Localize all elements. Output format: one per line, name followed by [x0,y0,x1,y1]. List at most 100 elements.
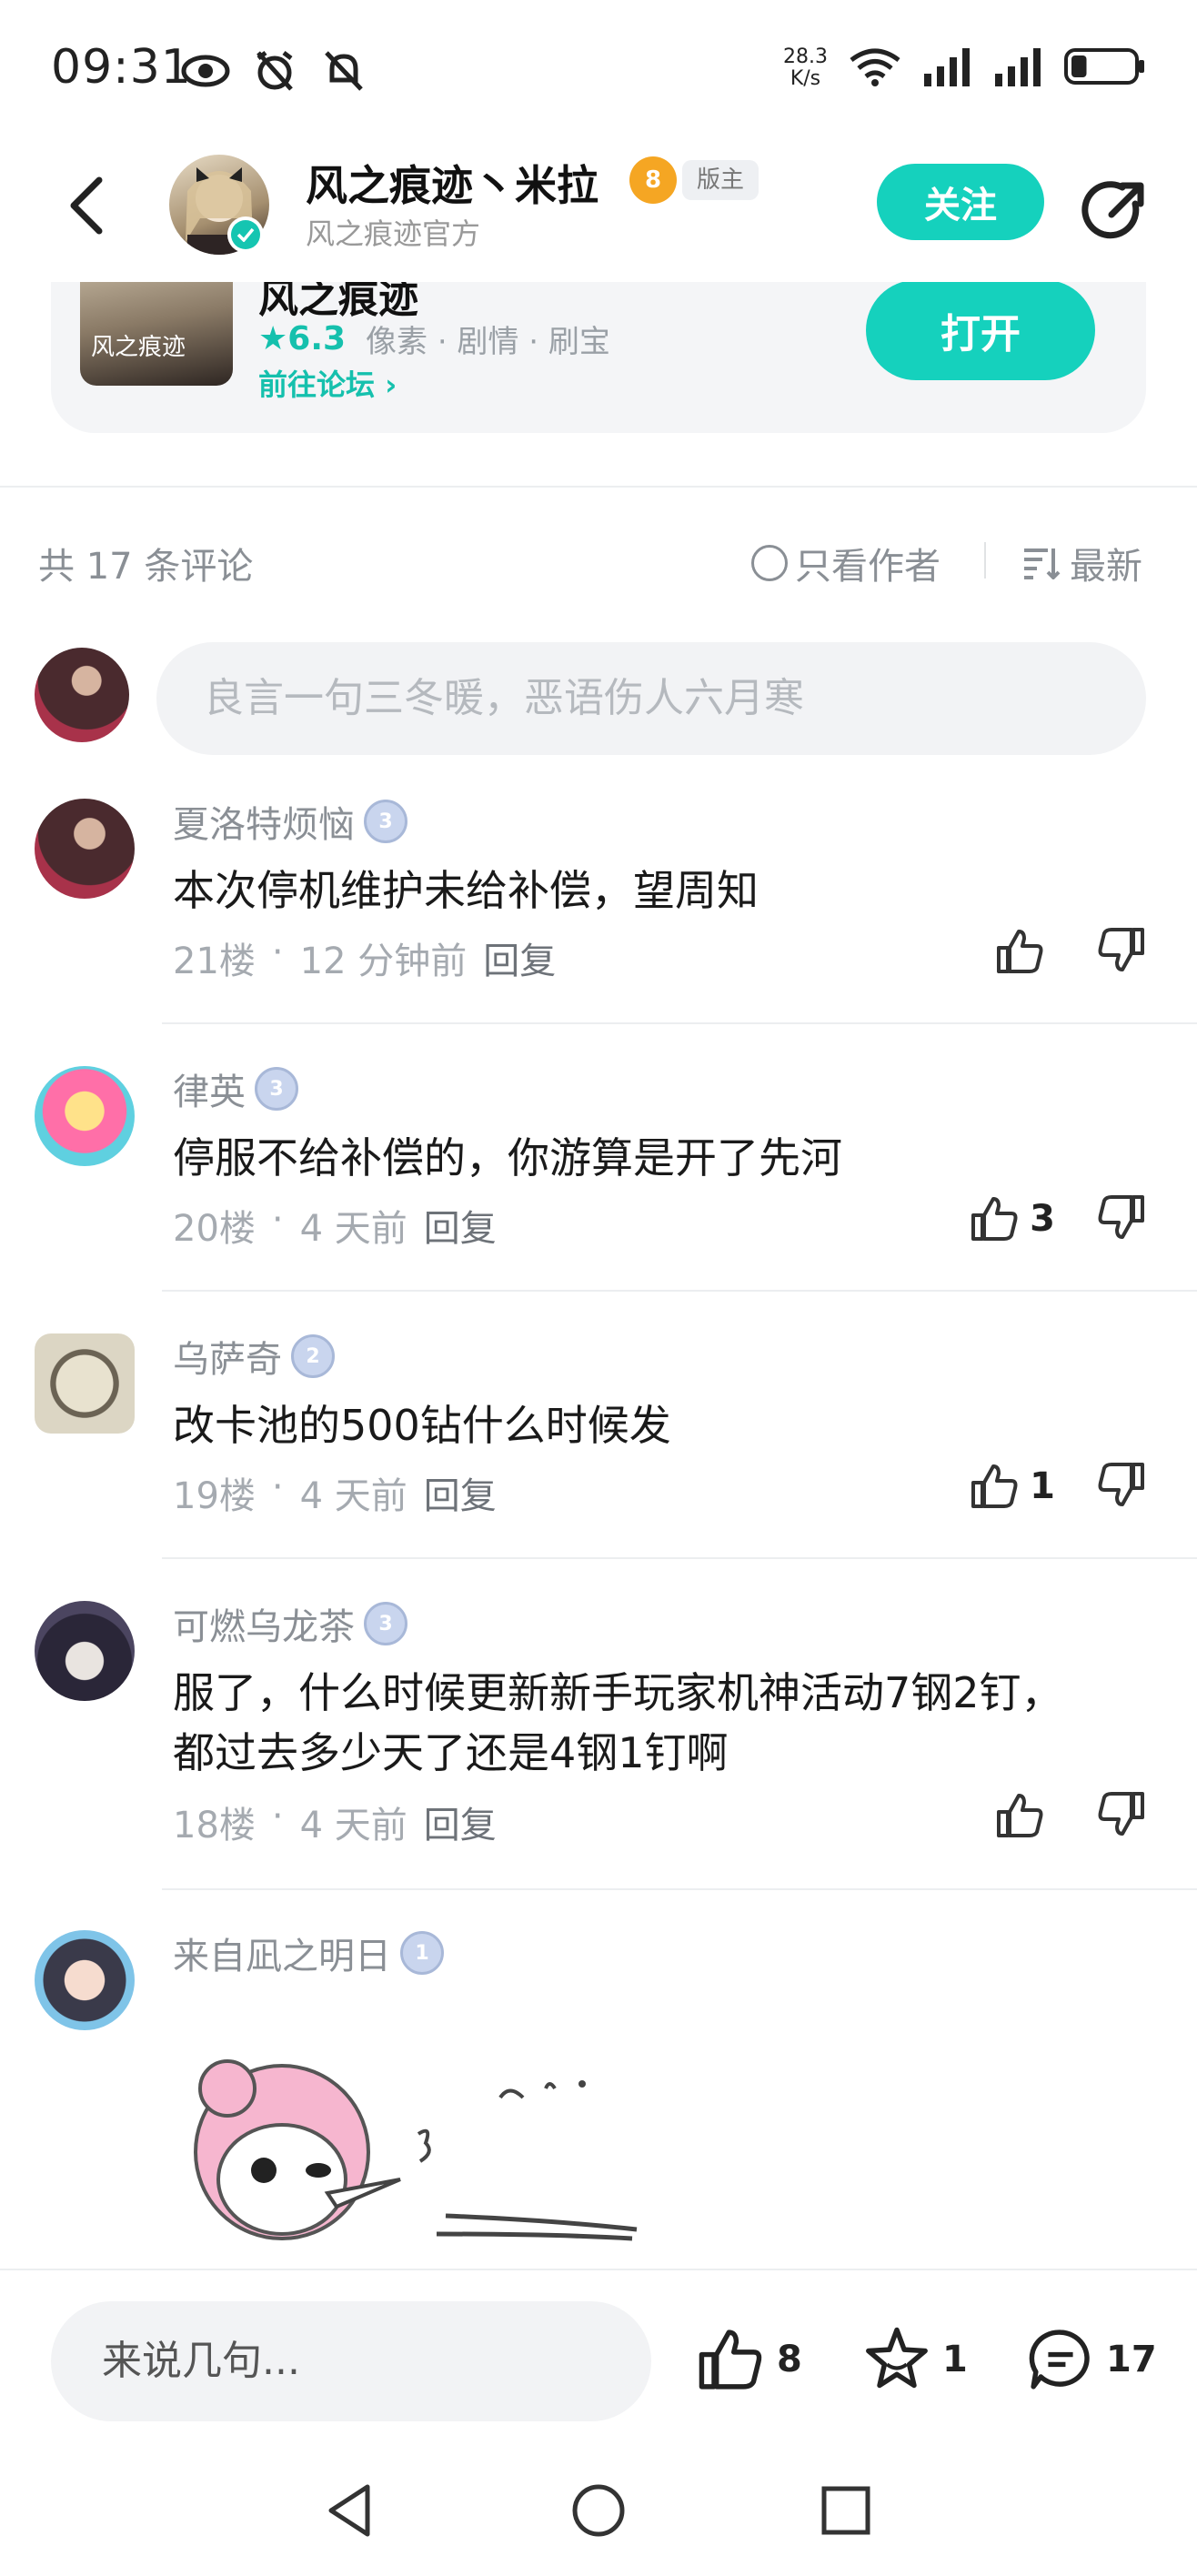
comment-text: 改卡池的500钻什么时候发 [173,1401,671,1450]
commenter-avatar[interactable] [35,799,135,899]
commenter-avatar[interactable] [35,1333,135,1434]
bottom-like-count: 8 [777,2339,802,2380]
commenter-name[interactable]: 夏洛特烦恼 3 [173,795,407,848]
status-bar: 09:31 28.3 K/s [0,0,1197,136]
game-thumb-text: 风之痕迹 [91,334,186,361]
filter-separator [984,542,986,579]
thumbs-down-icon [1098,1792,1144,1836]
dislike-button[interactable] [1095,924,1146,979]
author-subtitle: 风之痕迹官方 [306,216,481,251]
commenter-name-text: 可燃乌龙茶 [173,1606,355,1648]
nav-back-button[interactable] [313,2474,386,2547]
comment-meta: 20楼 · 4 天前 回复 [173,1199,497,1252]
comment-count: 共 17 条评论 [38,546,254,588]
alarm-off-icon [249,45,300,96]
screen: 09:31 28.3 K/s 风之痕迹 风之痕迹 ★6.3 像素 · 剧情 · … [0,0,1197,2576]
level-badge: 1 [400,1931,444,1975]
meta-dot: · [271,931,284,973]
check-icon [231,220,260,249]
author-only-toggle[interactable]: 只看作者 [751,537,940,589]
commenter-name-text: 律英 [173,1072,246,1113]
comment-floor: 18楼 [173,1805,256,1846]
sort-button[interactable]: 最新 [1022,537,1142,589]
radio-icon [751,545,788,581]
net-speed-unit: K/s [790,67,821,90]
nav-home-button[interactable] [562,2474,635,2547]
thumbs-down-icon [1098,1195,1144,1239]
thumbs-up-icon [997,1794,1043,1837]
level-badge: 3 [255,1067,298,1111]
comment-floor: 21楼 [173,941,256,982]
comment-text: 停服不给补偿的，你游算是开了先河 [173,1133,842,1182]
commenter-name-text: 夏洛特烦恼 [173,804,355,846]
comment-time: 4 天前 [299,1475,407,1517]
comment-meta: 19楼 · 4 天前 回复 [173,1466,497,1519]
meta-dot: · [271,1199,284,1241]
commenter-avatar[interactable] [35,1601,135,1701]
commenter-name[interactable]: 乌萨奇 2 [173,1330,335,1383]
like-button[interactable] [995,926,1055,977]
sort-label: 最新 [1070,546,1142,588]
nav-recents-button[interactable] [810,2474,882,2547]
author-level-badge: 8 [629,156,677,204]
like-count: 1 [1030,1465,1055,1507]
net-speed-value: 28.3 [783,45,828,68]
bottom-comment-button[interactable]: 17 [1026,2325,1157,2394]
bottom-like-button[interactable]: 8 [697,2325,802,2394]
reply-button[interactable]: 回复 [483,931,556,984]
game-meta: ★6.3 像素 · 剧情 · 刷宝 [258,317,610,361]
bottom-favorite-button[interactable]: 1 [862,2325,968,2394]
reply-button[interactable]: 回复 [424,1199,497,1252]
author-name[interactable]: 风之痕迹丶米拉 [306,153,598,213]
status-icons-left [180,45,369,96]
comment-time: 4 天前 [299,1805,407,1846]
comment-text: 本次停机维护未给补偿，望周知 [173,866,759,915]
comment-floor: 20楼 [173,1208,256,1250]
dislike-button[interactable] [1095,1788,1146,1843]
dislike-button[interactable] [1095,1459,1146,1514]
comment-floor: 19楼 [173,1475,256,1517]
author-only-label: 只看作者 [795,546,940,588]
comment-bubble-icon [1029,2329,1090,2390]
verified-badge [227,216,264,253]
comment-divider [162,1022,1197,1024]
commenter-name[interactable]: 来自凪之明日 1 [173,1927,444,1979]
commenter-avatar[interactable] [35,1930,135,2030]
bottom-comment-count: 17 [1106,2339,1157,2380]
forum-link[interactable]: 前往论坛 › [258,362,397,404]
level-badge: 2 [291,1334,335,1378]
follow-button[interactable]: 关注 [877,164,1044,240]
share-button[interactable] [1073,169,1157,253]
commenter-name-text: 来自凪之明日 [173,1936,391,1977]
comment-actions [995,924,1146,979]
thumbs-up-icon [699,2329,762,2390]
level-badge: 3 [364,1602,407,1645]
share-icon [1081,181,1144,239]
like-button[interactable] [995,1790,1055,1841]
comment-sticker-image[interactable] [173,2034,655,2270]
like-button[interactable]: 1 [970,1461,1055,1512]
signal-icon-2 [993,46,1044,90]
reply-button[interactable]: 回复 [424,1466,497,1519]
comment-actions: 1 [970,1459,1146,1514]
commenter-name[interactable]: 律英 3 [173,1062,298,1115]
comment-text: 服了，什么时候更新新手玩家机神活动7钢2钉， 都过去多少天了还是4钢1钉啊 [173,1663,1137,1783]
reply-button[interactable]: 回复 [424,1796,497,1848]
meta-dot: · [271,1466,284,1508]
battery-icon [1064,46,1146,90]
commenter-avatar[interactable] [35,1066,135,1166]
dislike-button[interactable] [1095,1192,1146,1246]
open-game-button[interactable]: 打开 [866,280,1095,380]
circle-home-icon [572,2484,625,2537]
thumbs-down-icon [1098,1463,1144,1506]
mute-bell-icon [318,45,369,96]
my-avatar [35,648,129,742]
commenter-name[interactable]: 可燃乌龙茶 3 [173,1597,407,1650]
comment-actions [995,1788,1146,1843]
commenter-name-text: 乌萨奇 [173,1339,282,1381]
comment-actions: 3 [970,1192,1146,1246]
back-button[interactable] [55,169,118,242]
like-button[interactable]: 3 [970,1193,1055,1244]
bottom-comment-input[interactable]: 来说几句... [51,2301,651,2421]
comment-input[interactable]: 良言一句三冬暖，恶语伤人六月寒 [156,642,1146,755]
